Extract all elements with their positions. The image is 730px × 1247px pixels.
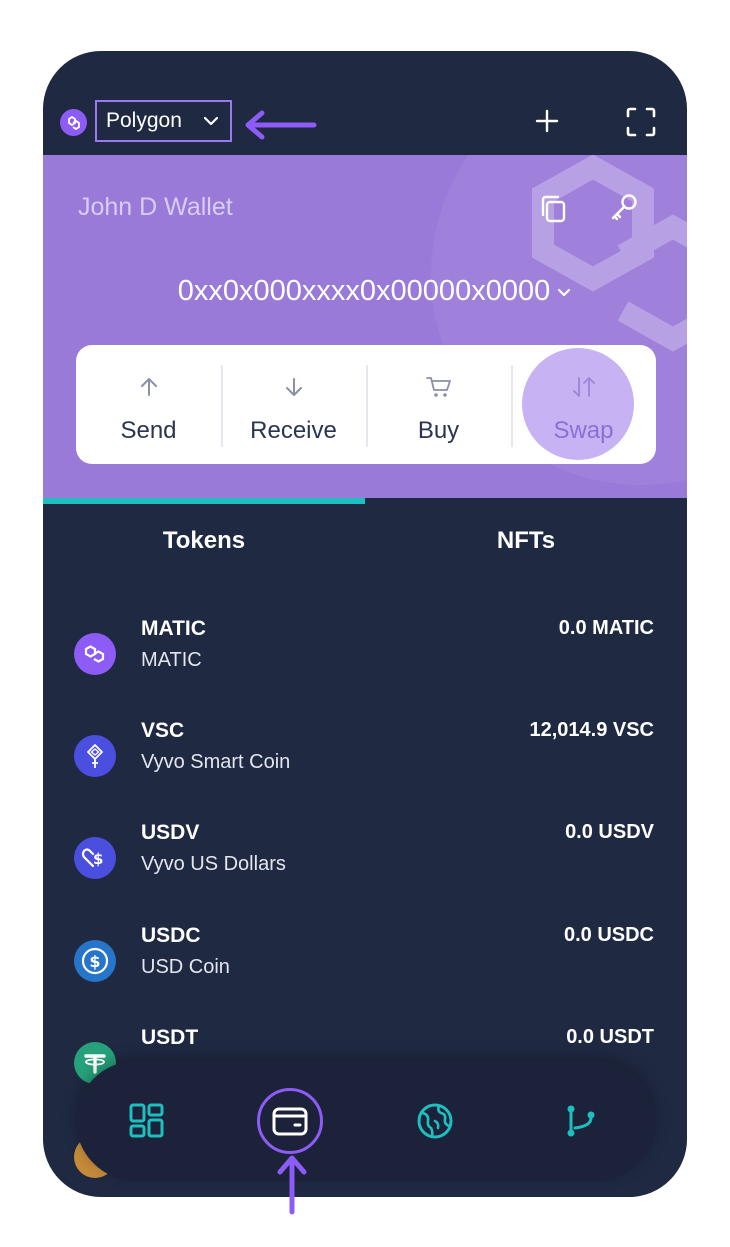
asset-tabs: Tokens NFTs <box>43 498 687 584</box>
token-row-vsc[interactable]: VSC Vyvo Smart Coin 12,014.9 VSC <box>43 719 687 809</box>
buy-button[interactable]: Buy <box>366 345 511 464</box>
nav-dashboard[interactable] <box>117 1091 177 1151</box>
key-icon <box>611 194 637 221</box>
polygon-watermark-icon <box>532 155 687 352</box>
tab-tokens[interactable]: Tokens <box>43 498 365 584</box>
wallet-address-selector[interactable]: 0xx0x000xxxx0x00000x0000 <box>43 275 687 309</box>
add-button[interactable] <box>533 107 561 135</box>
plus-icon <box>535 109 559 133</box>
token-amount: 0.0 USDT <box>566 1026 654 1048</box>
scan-qr-button[interactable] <box>625 106 657 138</box>
network-selector[interactable]: Polygon <box>95 100 232 142</box>
swap-button[interactable]: Swap <box>511 345 656 464</box>
token-amount: 0.0 MATIC <box>558 617 654 639</box>
cart-icon <box>425 377 451 397</box>
send-button[interactable]: Send <box>76 345 221 464</box>
wallet-icon <box>272 1107 308 1136</box>
nav-wallet[interactable] <box>257 1088 323 1154</box>
token-amount: 0.0 USDC <box>563 924 654 946</box>
wallet-actions: Send Receive Buy Swap <box>76 345 656 464</box>
token-symbol: USDC <box>141 924 201 947</box>
arrow-up-icon <box>140 378 157 396</box>
svg-text:$: $ <box>89 952 100 971</box>
copy-icon <box>541 195 566 223</box>
buy-label: Buy <box>417 417 460 444</box>
token-name: Vyvo US Dollars <box>141 853 286 875</box>
polygon-logo-icon <box>60 109 87 136</box>
receive-button[interactable]: Receive <box>221 345 366 464</box>
annotation-arrow-left-icon <box>245 110 317 140</box>
token-amount: 0.0 USDV <box>565 821 654 843</box>
chevron-down-icon <box>202 112 220 136</box>
bottom-navigation <box>76 1061 656 1181</box>
wallet-card: John D Wallet 0xx0x000xxxx0x00000x0000 S… <box>43 155 687 498</box>
token-amount: 12,014.9 VSC <box>529 719 654 741</box>
phone-screen: Polygon John D Wallet 0xx0x000xxxx0x0000… <box>43 51 687 1197</box>
private-key-button[interactable] <box>609 192 639 224</box>
tab-nfts[interactable]: NFTs <box>365 498 687 584</box>
matic-token-icon <box>74 633 116 675</box>
usdv-token-icon: $ <box>74 837 116 879</box>
wallet-name: John D Wallet <box>78 193 233 221</box>
swap-icon <box>572 377 595 397</box>
svg-text:$: $ <box>93 850 103 868</box>
top-bar: Polygon <box>43 51 687 155</box>
token-row-usdc[interactable]: $ USDC USD Coin 0.0 USDC <box>43 924 687 1014</box>
token-symbol: USDV <box>141 821 200 844</box>
receive-label: Receive <box>250 417 337 444</box>
nav-browser[interactable] <box>405 1091 465 1151</box>
swap-label: Swap <box>553 417 614 444</box>
token-name: USD Coin <box>141 956 230 978</box>
chevron-down-icon <box>556 276 572 309</box>
globe-icon <box>417 1103 453 1139</box>
vsc-token-icon <box>74 735 116 777</box>
annotation-arrow-up-icon <box>277 1155 307 1215</box>
network-selector-label: Polygon <box>106 109 182 132</box>
token-symbol: USDT <box>141 1026 199 1049</box>
wallet-address: 0xx0x000xxxx0x00000x0000 <box>177 275 551 307</box>
token-name: Vyvo Smart Coin <box>141 751 291 773</box>
git-branch-icon <box>567 1105 595 1137</box>
usdc-token-icon: $ <box>74 940 116 982</box>
dashboard-icon <box>129 1103 164 1138</box>
token-name: MATIC <box>141 649 202 671</box>
scan-frame-icon <box>626 107 656 137</box>
token-row-usdv[interactable]: $ USDV Vyvo US Dollars 0.0 USDV <box>43 821 687 911</box>
token-row-matic[interactable]: MATIC MATIC 0.0 MATIC <box>43 617 687 707</box>
send-label: Send <box>120 417 177 444</box>
token-symbol: MATIC <box>141 617 206 640</box>
arrow-down-icon <box>285 378 302 396</box>
nav-transactions[interactable] <box>551 1091 611 1151</box>
token-symbol: VSC <box>141 719 185 742</box>
copy-address-button[interactable] <box>538 193 568 225</box>
